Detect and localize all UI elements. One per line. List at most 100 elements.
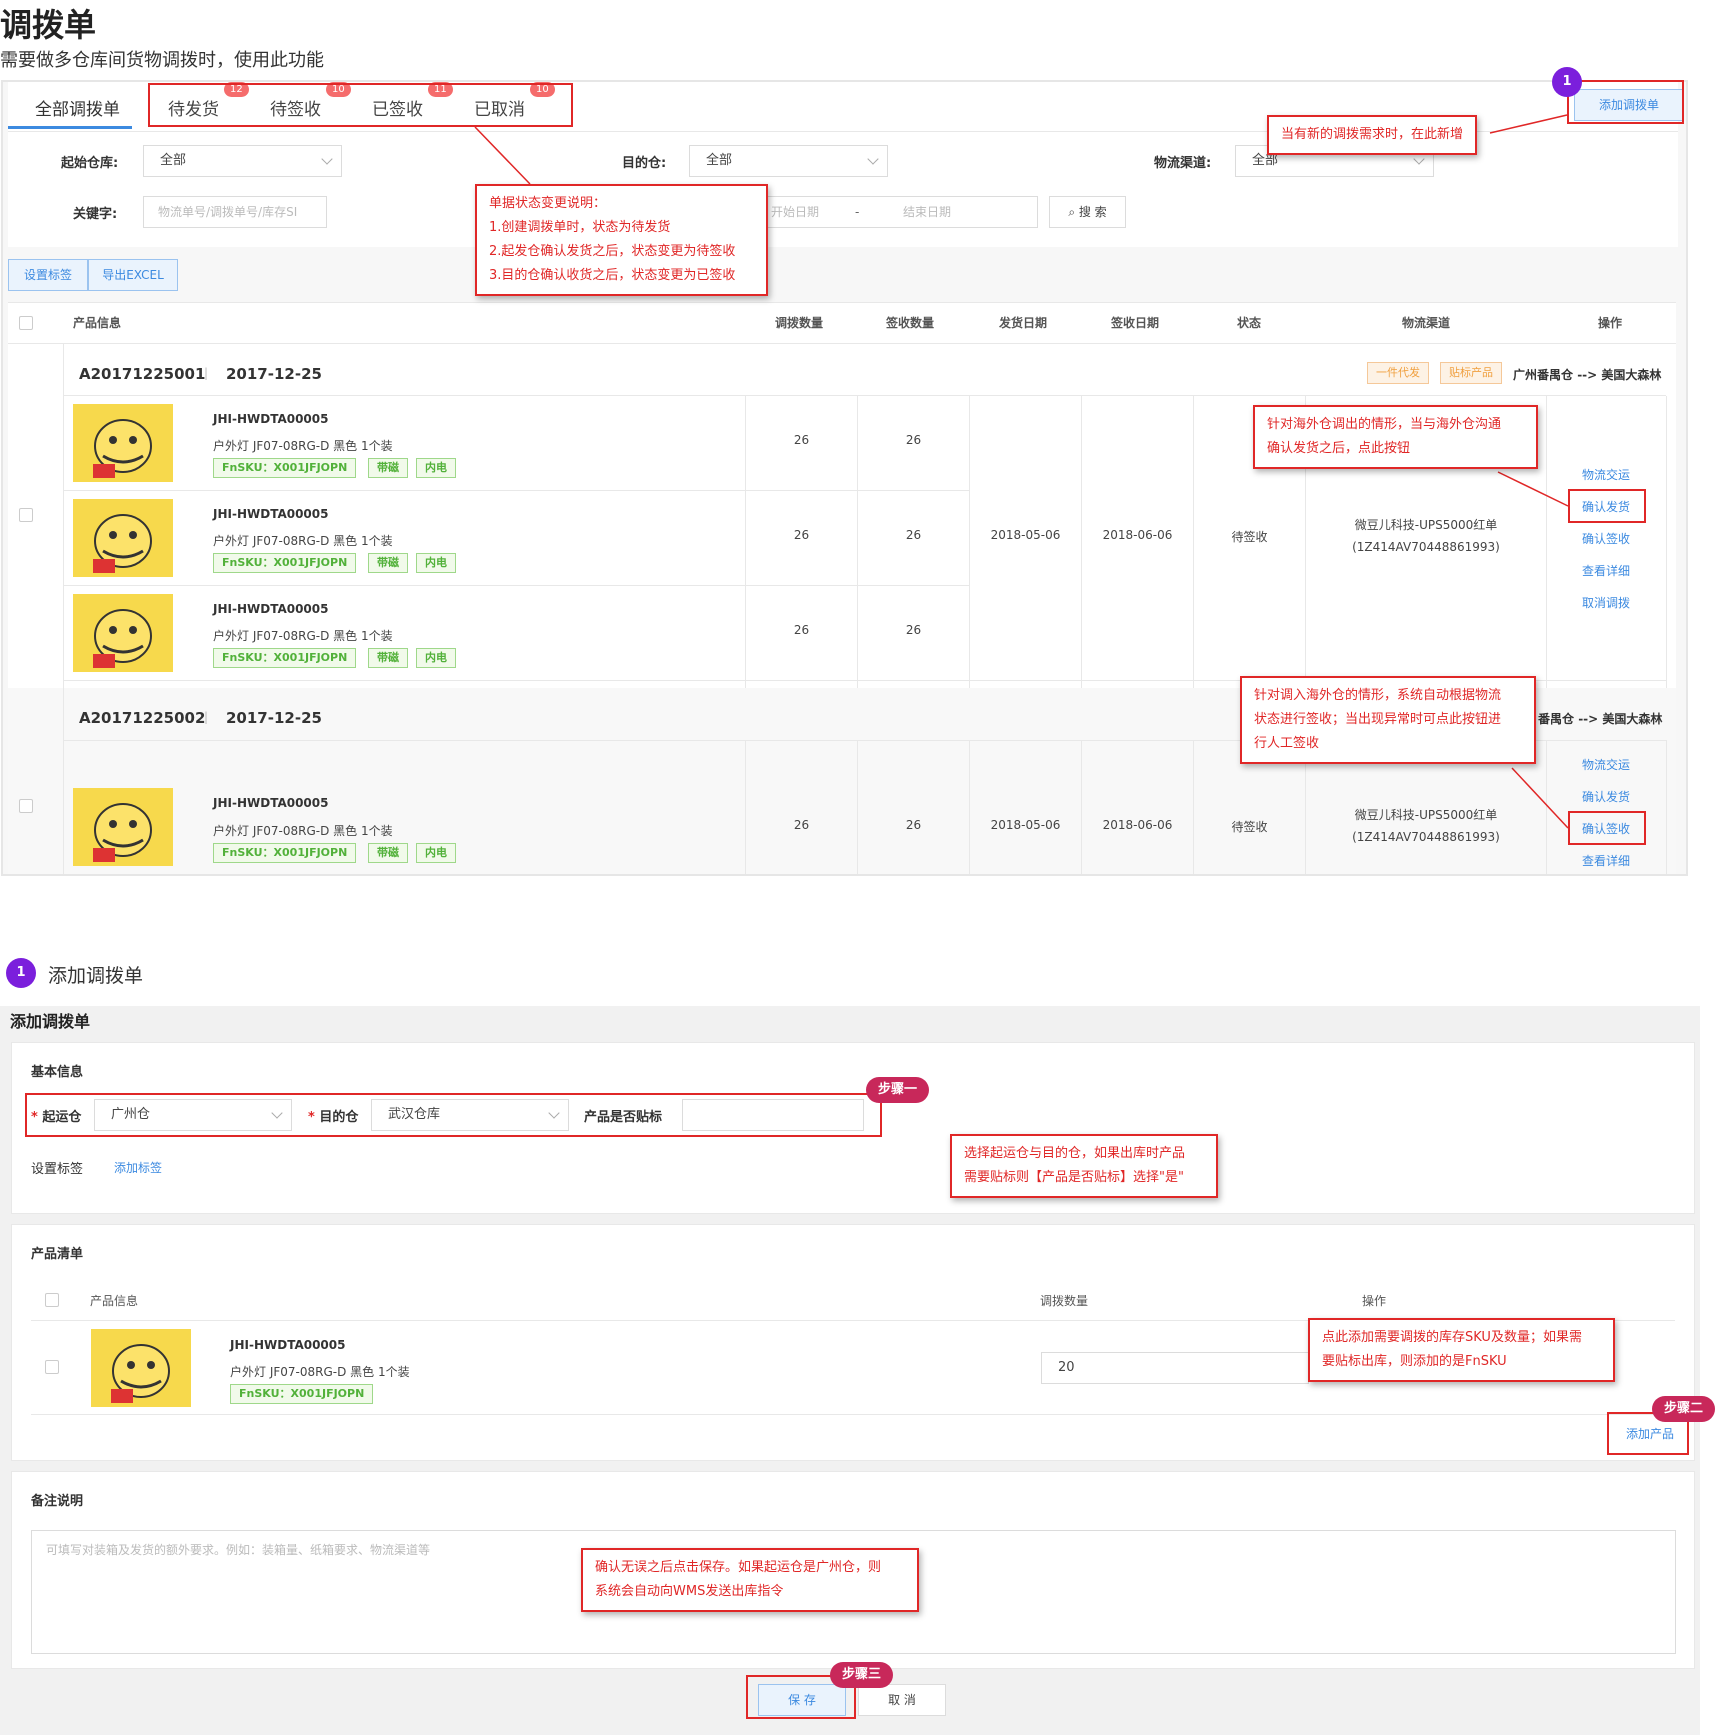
callout-line: 状态进行签收；当出现异常时可点此按钮进 — [1254, 712, 1502, 727]
item-tag: 内电 — [416, 458, 456, 478]
order-separator: | — [204, 366, 209, 380]
callout-line: 针对调入海外仓的情形，系统自动根据物流 — [1254, 688, 1502, 703]
callout-status-rules: 单据状态变更说明： 1.创建调拨单时，状态为待发货 2.起发仓确认发货之后，状态… — [475, 184, 768, 296]
callout-line: 需要贴标则【产品是否贴标】选择"是" — [964, 1170, 1184, 1185]
select-all-checkbox[interactable] — [45, 1293, 59, 1307]
search-button[interactable]: ⌕ 搜 索 — [1049, 196, 1126, 228]
callout-step3: 确认无误之后点击保存。如果起运仓是广州仓，则 系统会自动向WMS发送出库指令 — [581, 1548, 919, 1612]
action-logistics[interactable]: 物流交运 — [1582, 756, 1630, 773]
status: 待签收 — [1231, 820, 1268, 834]
header-product-info: 产品信息 — [90, 1294, 139, 1308]
divider — [1081, 396, 1082, 688]
row-checkbox[interactable] — [45, 1360, 59, 1374]
item-sku: JHI-HWDTA00005 — [213, 796, 329, 810]
callout-confirm-ship: 针对海外仓调出的情形，当与海外仓沟通 确认发货之后，点此按钮 — [1253, 405, 1538, 469]
route-to: 美国大森林 — [1601, 368, 1662, 382]
route: 番禺仓 --> 美国大森林 — [1538, 710, 1662, 727]
transfer-qty: 26 — [793, 528, 810, 542]
divider — [969, 740, 970, 874]
page-subtitle: 需要做多仓库间货物调拨时，使用此功能 — [0, 50, 324, 71]
item-name: 户外灯 JF07-08RG-D 黑色 1个装 — [213, 824, 393, 838]
callout-line: 单据状态变更说明： — [489, 196, 607, 211]
item-sku: JHI-HWDTA00005 — [213, 507, 329, 521]
chevron-down-icon — [1413, 153, 1425, 165]
channel-label: 物流渠道: — [1154, 156, 1212, 171]
action-view-detail[interactable]: 查看详细 — [1582, 852, 1630, 869]
header-channel: 物流渠道 — [1401, 316, 1450, 330]
item-tag: 带磁 — [368, 648, 408, 668]
dest-select[interactable]: 全部 — [689, 145, 888, 177]
item-name: 户外灯 JF07-08RG-D 黑色 1个装 — [230, 1365, 410, 1379]
divider — [1081, 740, 1082, 874]
action-view-detail[interactable]: 查看详细 — [1582, 562, 1630, 579]
item-tag: 带磁 — [368, 553, 408, 573]
header-actions: 操作 — [1362, 1294, 1387, 1308]
ship-date: 2018-05-06 — [990, 528, 1061, 542]
order-checkbox[interactable] — [19, 799, 33, 813]
remark-title: 备注说明 — [31, 1494, 84, 1509]
basic-info-title: 基本信息 — [31, 1065, 84, 1080]
add-button-highlight — [1567, 80, 1684, 124]
divider — [1546, 396, 1547, 688]
qty-input[interactable]: 20 — [1041, 1352, 1309, 1384]
callout-line: 确认发货之后，点此按钮 — [1267, 441, 1411, 456]
active-tab-indicator — [8, 126, 132, 129]
origin-select[interactable]: 全部 — [143, 145, 342, 177]
order-checkbox[interactable] — [19, 508, 33, 522]
callout-line: 确认无误之后点击保存。如果起运仓是广州仓，则 — [595, 1560, 882, 1575]
signed-qty: 26 — [905, 433, 922, 447]
add-tag-link[interactable]: 添加标签 — [114, 1159, 162, 1176]
form-title: 添加调拨单 — [10, 1012, 91, 1031]
tabs-highlight — [148, 83, 573, 127]
select-all-checkbox[interactable] — [19, 316, 33, 330]
set-tag-button[interactable]: 设置标签 — [8, 259, 88, 291]
signed-qty: 26 — [905, 818, 922, 832]
keyword-input[interactable]: 物流单号/调拨单号/库存SI — [143, 196, 327, 228]
channel: 微豆儿科技-UPS5000红单 — [1354, 808, 1498, 822]
action-confirm-ship[interactable]: 确认发货 — [1582, 788, 1630, 805]
cancel-button[interactable]: 取 消 — [858, 1684, 946, 1716]
action-cancel-transfer[interactable]: 取消调拨 — [1582, 594, 1630, 611]
channel: 微豆儿科技-UPS5000红单 — [1354, 518, 1498, 532]
callout-line: 3.目的仓确认收货之后，状态变更为已签收 — [489, 268, 736, 283]
order-tag: 一件代发 — [1367, 362, 1429, 384]
action-confirm-sign[interactable]: 确认签收 — [1582, 530, 1630, 547]
transfer-qty: 26 — [793, 433, 810, 447]
product-list-title: 产品清单 — [31, 1247, 84, 1262]
order-separator: | — [204, 710, 209, 724]
sign-date: 2018-06-06 — [1102, 528, 1173, 542]
fnsku-tag: FnSKU：X001JFJOPN — [230, 1384, 374, 1404]
signed-qty: 26 — [905, 528, 922, 542]
keyword-label: 关键字: — [73, 207, 118, 222]
marker-circle: 1 — [1552, 67, 1582, 97]
dest-value: 全部 — [706, 153, 733, 168]
action-logistics[interactable]: 物流交运 — [1582, 466, 1630, 483]
order-tag: 贴标产品 — [1440, 362, 1502, 384]
divider — [63, 490, 969, 491]
fnsku-tag: FnSKU：X001JFJOPN — [213, 458, 357, 478]
status: 待签收 — [1231, 530, 1268, 544]
callout-line: 2.起发仓确认发货之后，状态变更为待签收 — [489, 244, 736, 259]
divider — [63, 585, 969, 586]
step-badge: 步骤二 — [1652, 1396, 1715, 1422]
callout-line: 1.创建调拨单时，状态为待发货 — [489, 220, 671, 235]
product-image — [73, 404, 173, 482]
export-excel-button[interactable]: 导出EXCEL — [88, 259, 178, 291]
callout-step2: 点此添加需要调拨的库存SKU及数量；如果需 要贴标出库，则添加的是FnSKU — [1308, 1318, 1615, 1382]
item-name: 户外灯 JF07-08RG-D 黑色 1个装 — [213, 629, 393, 643]
date-range-input[interactable]: 开始日期 - 结束日期 — [740, 196, 1038, 228]
tracking-number: (1Z414AV70448861993) — [1352, 540, 1500, 554]
divider — [31, 1414, 1675, 1415]
header-sign-date: 签收日期 — [1110, 316, 1159, 330]
end-date: 结束日期 — [903, 205, 952, 219]
item-name: 户外灯 JF07-08RG-D 黑色 1个装 — [213, 439, 393, 453]
route-arrow: --> — [1577, 368, 1598, 382]
tab-all[interactable]: 全部调拨单 — [35, 95, 120, 120]
callout-line: 要贴标出库，则添加的是FnSKU — [1322, 1354, 1507, 1369]
dest-label: 目的仓: — [622, 156, 667, 171]
header-transfer-qty: 调拨数量 — [774, 316, 823, 330]
route-to: 美国大森林 — [1602, 712, 1663, 726]
date-separator: - — [855, 205, 860, 219]
order-date: 2017-12-25 — [226, 365, 322, 383]
order-number: A20171225002 — [79, 709, 206, 727]
